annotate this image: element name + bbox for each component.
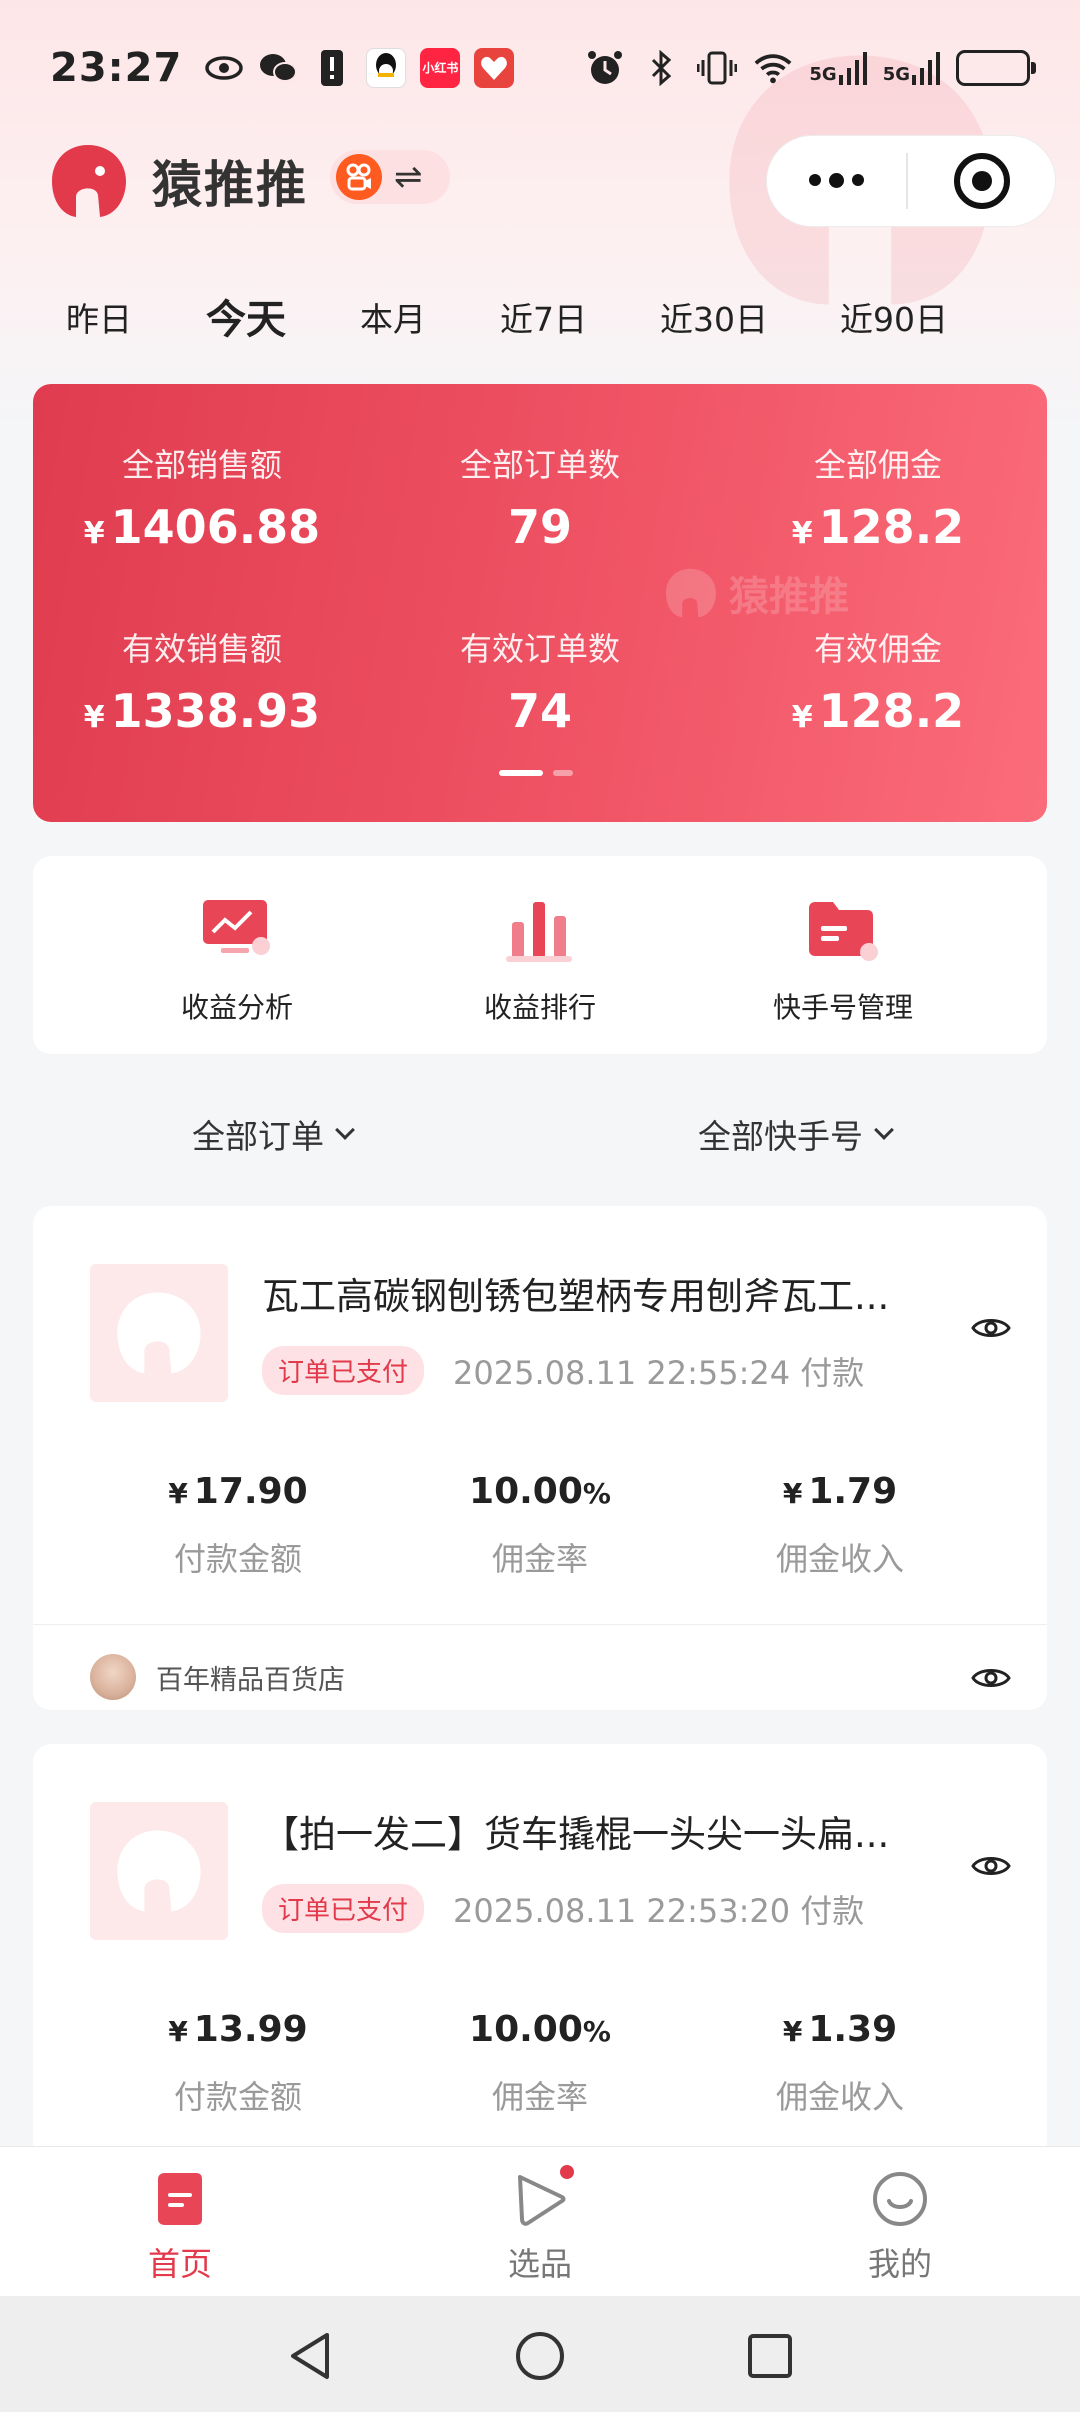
battery-icon [956, 49, 1036, 86]
nav-home[interactable]: 首页 [80, 2169, 280, 2285]
tab-yesterday[interactable]: 昨日 [66, 293, 132, 341]
app-title: 猿推推 [152, 156, 308, 214]
notification-dot [558, 2163, 576, 2181]
recents-icon[interactable] [740, 2326, 800, 2386]
tab-this-month[interactable]: 本月 [360, 293, 426, 341]
target-icon [953, 153, 1010, 209]
shop-row: 百年精品百货店 [90, 1654, 345, 1700]
order-title: 瓦工高碳钢刨锈包塑柄专用刨斧瓦工... [262, 1275, 890, 1318]
back-icon[interactable] [280, 2326, 340, 2386]
nav-profile[interactable]: 我的 [800, 2169, 1000, 2285]
close-miniprogram-button[interactable] [908, 153, 1055, 209]
app-header: 猿推推 ⇌ [0, 135, 1080, 227]
tab-30-days[interactable]: 近30日 [660, 293, 768, 341]
xiaohongshu-icon: 小红书 [420, 47, 461, 88]
qq-icon [366, 47, 407, 88]
pay-amount: ¥13.99 付款金额 [168, 2009, 308, 2116]
status-badge: 订单已支付 [262, 1884, 425, 1933]
commission-rate: 10.00% 佣金率 [469, 1471, 611, 1578]
stat-total-orders: 全部订单数 79 [459, 446, 620, 554]
product-thumbnail [90, 1802, 228, 1940]
signal-5g-icon: 5G [883, 51, 940, 85]
avatar [90, 1654, 136, 1700]
tab-90-days[interactable]: 近90日 [840, 293, 948, 341]
status-time: 23:27 [50, 44, 183, 91]
eye-icon[interactable] [971, 1852, 1011, 1884]
smile-profile-icon [870, 2169, 930, 2229]
indicator-dot [553, 770, 573, 776]
eye-icon [204, 48, 244, 88]
miniprogram-capsule [766, 135, 1056, 227]
nav-select-products[interactable]: 选品 [440, 2163, 640, 2285]
commission-income: ¥1.39 佣金收入 [775, 2009, 904, 2116]
signal-5g-icon: 5G [809, 51, 867, 85]
order-time: 2025.08.11 22:55:24 付款 [453, 1354, 865, 1392]
gorilla-logo-icon [666, 568, 716, 618]
quick-actions: 收益分析 收益排行 快手号管理 [33, 856, 1047, 1054]
system-nav-bar [0, 2296, 1080, 2412]
wifi-icon [753, 48, 793, 88]
bar-ranking-icon [502, 892, 578, 968]
stat-valid-orders: 有效订单数 74 [459, 630, 620, 738]
stats-card[interactable]: 猿推推 全部销售额 ¥1406.88 全部订单数 79 全部佣金 ¥128.2 … [33, 384, 1047, 822]
alarm-icon [585, 48, 625, 88]
order-card[interactable]: 瓦工高碳钢刨锈包塑柄专用刨斧瓦工... 订单已支付 2025.08.11 22:… [33, 1206, 1047, 1710]
folder-manage-icon [805, 892, 881, 968]
product-thumbnail [90, 1264, 228, 1402]
shop-name: 百年精品百货店 [156, 1664, 345, 1696]
chevron-down-icon [335, 1120, 355, 1140]
gorilla-placeholder-icon [117, 1292, 201, 1374]
status-bar: 23:27 小红书 5G 5G [0, 0, 1080, 135]
bluetooth-icon [641, 48, 681, 88]
home-doc-icon [150, 2169, 210, 2229]
carousel-indicator [499, 770, 573, 776]
app-icon [474, 47, 515, 88]
stat-total-commission: 全部佣金 ¥128.2 [791, 446, 965, 554]
swap-icon: ⇌ [394, 157, 423, 197]
gorilla-placeholder-icon [117, 1830, 201, 1912]
order-time: 2025.08.11 22:53:20 付款 [453, 1892, 865, 1930]
wechat-icon [258, 48, 298, 88]
pay-amount: ¥17.90 付款金额 [168, 1471, 308, 1578]
order-type-dropdown[interactable]: 全部订单 [192, 1110, 355, 1158]
platform-switch[interactable]: ⇌ [330, 150, 450, 204]
more-button[interactable] [767, 173, 906, 188]
order-card[interactable]: 【拍一发二】货车撬棍一头尖一头扁... 订单已支付 2025.08.11 22:… [33, 1744, 1047, 2164]
eye-icon[interactable] [971, 1314, 1011, 1346]
vibrate-icon [697, 48, 738, 88]
chevron-down-icon [874, 1120, 894, 1140]
order-filters: 全部订单 全部快手号 [0, 1110, 1080, 1160]
date-tabs: 昨日 今天 本月 近7日 近30日 近90日 [0, 285, 1080, 345]
stat-valid-commission: 有效佣金 ¥128.2 [791, 630, 965, 738]
account-dropdown[interactable]: 全部快手号 [698, 1110, 894, 1158]
kuaishou-account-management-button[interactable]: 快手号管理 [693, 892, 993, 1026]
bottom-nav: 首页 选品 我的 [0, 2146, 1080, 2296]
stat-valid-sales: 有效销售额 ¥1338.93 [83, 630, 321, 738]
chart-monitor-icon [199, 892, 275, 968]
eye-icon[interactable] [971, 1664, 1011, 1696]
alert-icon [312, 48, 352, 88]
indicator-dot-active [499, 770, 543, 776]
status-badge: 订单已支付 [262, 1346, 425, 1395]
commission-rate: 10.00% 佣金率 [469, 2009, 611, 2116]
watermark: 猿推推 [663, 564, 849, 622]
stat-total-sales: 全部销售额 ¥1406.88 [83, 446, 321, 554]
home-icon[interactable] [510, 2326, 570, 2386]
earnings-ranking-button[interactable]: 收益排行 [390, 892, 690, 1026]
tab-today[interactable]: 今天 [206, 287, 286, 345]
order-title: 【拍一发二】货车撬棍一头尖一头扁... [262, 1813, 890, 1856]
earnings-analysis-button[interactable]: 收益分析 [87, 892, 387, 1026]
gorilla-logo-icon [52, 145, 126, 217]
play-select-icon [510, 2163, 576, 2229]
tab-7-days[interactable]: 近7日 [500, 293, 587, 341]
kuaishou-icon [336, 154, 382, 200]
commission-income: ¥1.79 佣金收入 [775, 1471, 904, 1578]
